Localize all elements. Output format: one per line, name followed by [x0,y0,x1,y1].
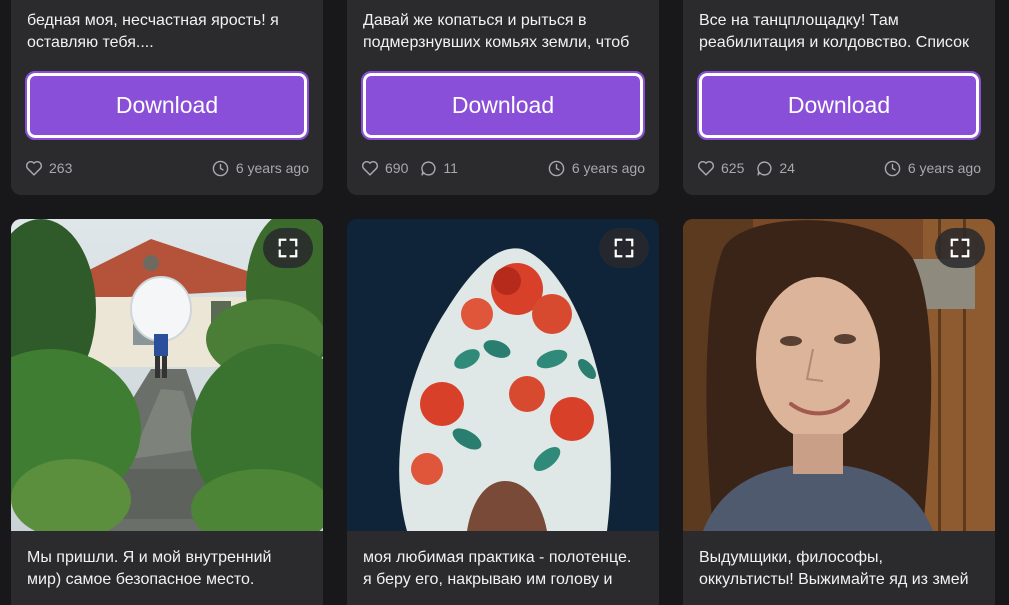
heart-icon [361,160,379,176]
download-button[interactable]: Download [697,71,981,140]
clock-icon [212,160,229,176]
card-photo[interactable] [11,219,323,531]
likes-stat[interactable]: 263 [25,160,72,176]
card-caption: Выдумщики, философы, оккультисты! Выжима… [699,549,969,588]
photo-card: бедная моя, несчастная ярость! я оставля… [11,0,323,195]
expand-button[interactable] [599,228,649,268]
post-time: 6 years ago [548,160,645,177]
likes-count: 625 [721,160,745,176]
download-button[interactable]: Download [25,71,309,140]
expand-icon [614,238,634,258]
expand-button[interactable] [935,228,985,268]
card-meta: 690 11 6 years ago [361,158,645,178]
card-meta: 625 24 6 years ago [697,158,981,178]
comments-count: 11 [443,160,458,176]
time-label: 6 years ago [571,160,645,176]
card-photo[interactable] [347,219,659,531]
photo-card: Мы пришли. Я и мой внутренний мир) самое… [11,219,323,605]
photo-card: моя любимая практика - полотенце. я беру… [347,219,659,605]
card-meta: 263 6 years ago [25,158,309,178]
photo-card: Выдумщики, философы, оккультисты! Выжима… [683,219,995,605]
expand-icon [278,238,298,258]
photo-card: Все на танцплощадку! Там реабилитация и … [683,0,995,195]
likes-stat[interactable]: 625 [697,160,744,176]
time-label: 6 years ago [907,160,981,176]
likes-stat[interactable]: 690 [361,160,408,176]
time-label: 6 years ago [235,160,309,176]
card-caption: Все на танцплощадку! Там реабилитация и … [699,12,969,51]
expand-button[interactable] [263,228,313,268]
likes-count: 263 [49,160,73,176]
card-caption: бедная моя, несчастная ярость! я оставля… [27,12,279,51]
post-time: 6 years ago [212,160,309,177]
comment-icon [421,160,436,176]
card-caption: Мы пришли. Я и мой внутренний мир) самое… [27,549,272,588]
comment-icon [757,160,772,176]
card-caption: Давай же копаться и рыться в подмерзнувш… [363,12,630,51]
comments-count: 24 [779,160,795,176]
expand-icon [950,238,970,258]
heart-icon [25,160,43,176]
comments-stat[interactable]: 24 [756,160,795,177]
likes-count: 690 [385,160,409,176]
card-caption: моя любимая практика - полотенце. я беру… [363,549,632,588]
card-photo[interactable] [683,219,995,531]
clock-icon [884,160,901,176]
comments-stat[interactable]: 11 [420,160,458,177]
photo-card: Давай же копаться и рыться в подмерзнувш… [347,0,659,195]
download-button[interactable]: Download [361,71,645,140]
post-time: 6 years ago [884,160,981,177]
photo-grid: бедная моя, несчастная ярость! я оставля… [0,0,1009,605]
heart-icon [697,160,715,176]
clock-icon [548,160,565,176]
